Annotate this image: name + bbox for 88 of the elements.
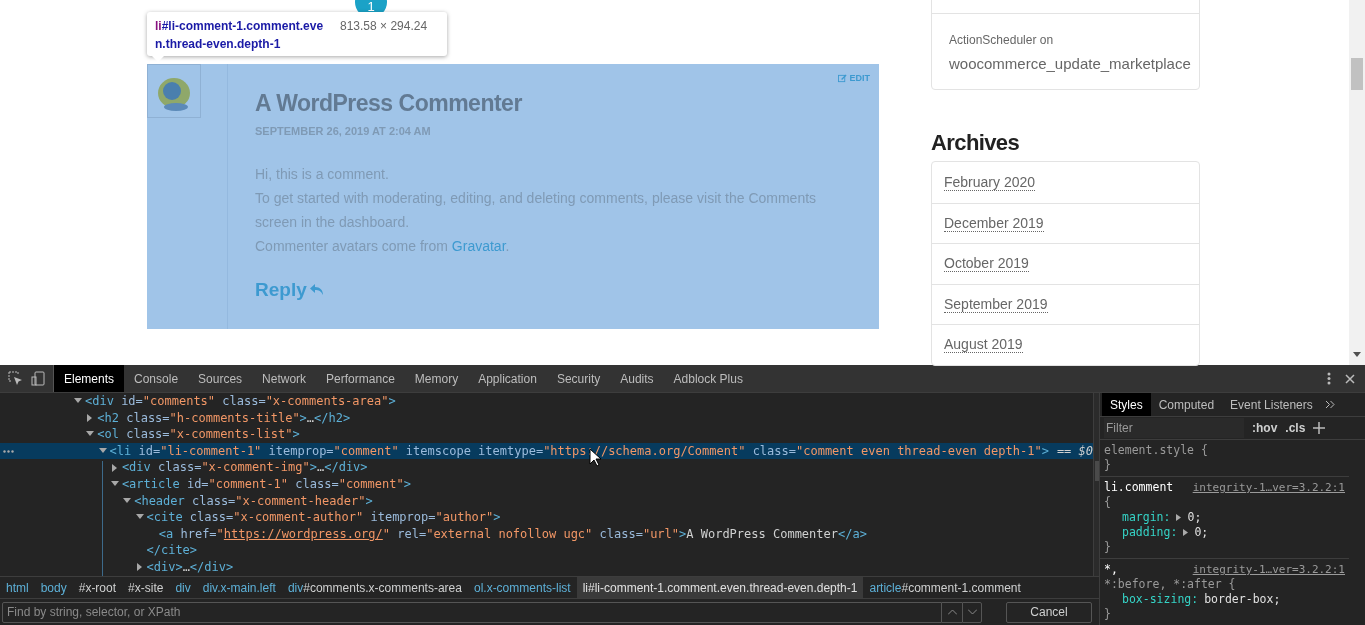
expand-arrow-icon[interactable] [135, 563, 144, 572]
more-icon[interactable] [1327, 372, 1331, 385]
devtools-tab[interactable]: Network [252, 365, 317, 392]
devtools-tab[interactable]: Adblock Plus [663, 365, 753, 392]
comment-author: A WordPress Commenter [255, 89, 522, 118]
archive-link[interactable]: December 2019 [944, 214, 1044, 232]
more-icon[interactable] [3, 449, 14, 453]
breadcrumb[interactable]: html [0, 577, 35, 598]
inspect-icon[interactable] [8, 371, 23, 386]
archives-heading: Archives [931, 129, 1020, 157]
dom-node-line[interactable]: <div>…</div> [146, 558, 234, 576]
collapse-arrow-icon[interactable] [123, 496, 132, 505]
stylesheet-link[interactable]: integrity-1…ver=3.2.2:1 [1192, 562, 1345, 577]
add-rule-icon[interactable] [1313, 422, 1326, 435]
dom-node-line[interactable]: <a href="https://wordpress.org/" rel="external nofollow ugc" class="url">A WordPress Commenter</a> [158, 525, 867, 543]
dom-node-line[interactable]: <li id="li-comment-1" itemprop="comment" itemscope itemtype="https://schema.org/Comment" class="comment even thread-even depth-1"> [109, 442, 1049, 460]
devtools-tab[interactable]: Security [546, 365, 611, 392]
devtools-tab[interactable]: Application [468, 365, 547, 392]
filter-toggle-button[interactable]: :hov [1252, 419, 1278, 438]
up-caret-icon [947, 609, 957, 615]
breadcrumb[interactable]: #x-site [122, 577, 170, 598]
breadcrumb[interactable]: div [169, 577, 197, 598]
css-property: box-sizing: [1122, 592, 1199, 607]
cancel-button[interactable]: Cancel [1006, 601, 1092, 623]
scrollbar[interactable] [1349, 0, 1365, 365]
recent-meta: ActionScheduler on [949, 32, 1054, 49]
dom-node-line[interactable]: <article id="comment-1" class="comment"> [121, 475, 411, 493]
dom-node-line[interactable]: <div id="comments" class="x-comments-area"> [85, 393, 396, 410]
expand-arrow-icon[interactable] [1183, 529, 1189, 536]
selected-node-marker: == $0 [1056, 442, 1093, 460]
dom-node-line[interactable]: <h2 class="h-comments-title">…</h2> [97, 409, 351, 427]
dom-node-line[interactable]: <header class="x-comment-header"> [134, 492, 373, 510]
styles-pane-tab[interactable]: Event Listeners [1222, 393, 1321, 417]
css-value: 0; [1187, 510, 1202, 525]
expand-arrow-icon[interactable] [110, 463, 119, 472]
edit-icon [838, 74, 848, 84]
css-rule-text: *:before, *:after { [1104, 577, 1236, 592]
more-tabs-icon[interactable] [1324, 400, 1335, 410]
filter-toggle-button[interactable]: .cls [1285, 419, 1306, 438]
device-icon[interactable] [31, 371, 45, 386]
css-value: 0; [1194, 525, 1209, 540]
css-rule-text: { [1104, 495, 1111, 510]
dom-node-line[interactable]: <ol class="x-comments-list"> [97, 426, 300, 443]
breadcrumb[interactable]: #x-root [72, 577, 123, 598]
css-selector: li.comment [1104, 480, 1174, 495]
breadcrumb[interactable]: article#comment-1.comment [863, 577, 1027, 598]
html-tag: </cite> [146, 542, 198, 559]
filter-field[interactable]: Filter [1104, 418, 1244, 439]
css-property: margin: [1122, 510, 1171, 525]
styles-pane-tab[interactable]: Styles [1102, 393, 1151, 417]
element-selector: li#li-comment-1.comment.even.thread-even.depth-1 [155, 18, 325, 53]
devtools-tab[interactable]: Console [124, 365, 189, 392]
scroll-down-icon[interactable] [1353, 352, 1361, 357]
scrollbar[interactable] [1093, 393, 1099, 576]
recent-title[interactable]: woocommerce_update_marketplace [949, 53, 1191, 76]
css-selector: *, [1104, 562, 1118, 577]
down-caret-icon [967, 609, 977, 615]
devtools-tab[interactable]: Performance [316, 365, 405, 392]
element-size: 813.58 × 294.24 [340, 18, 428, 35]
search-field[interactable]: Find by string, selector, or XPath [2, 601, 942, 623]
close-icon[interactable] [1345, 373, 1355, 384]
expand-arrow-icon[interactable] [1176, 514, 1182, 521]
css-rule-text: } [1104, 607, 1111, 622]
css-property: padding: [1122, 525, 1178, 540]
dom-node-line[interactable]: <cite class="x-comment-author" itemprop="author"> [146, 509, 501, 526]
stylesheet-link[interactable]: integrity-1…ver=3.2.2:1 [1192, 480, 1345, 495]
css-rule-text: element.style { [1104, 443, 1208, 458]
devtools-tab[interactable]: Elements [54, 365, 125, 392]
breadcrumb[interactable]: ol.x-comments-list [467, 577, 577, 598]
avatar-icon [147, 64, 201, 118]
breadcrumb[interactable]: li#li-comment-1.comment.even.thread-even.depth-1 [576, 577, 864, 598]
devtools-tab[interactable]: Sources [188, 365, 253, 392]
css-rule-text: } [1104, 458, 1111, 473]
breadcrumb[interactable]: div.x-main.left [196, 577, 282, 598]
css-rule-text: } [1104, 540, 1111, 555]
archive-link[interactable]: August 2019 [944, 336, 1023, 354]
archive-link[interactable]: October 2019 [944, 255, 1029, 273]
breadcrumb[interactable]: body [34, 577, 73, 598]
reply-icon [309, 284, 323, 296]
archive-link[interactable]: September 2019 [944, 295, 1048, 313]
css-value: border-box; [1204, 592, 1281, 607]
devtools-tab[interactable]: Memory [404, 365, 469, 392]
dom-node-line[interactable]: <div class="x-comment-img">…</div> [121, 459, 368, 476]
scrollbar-thumb[interactable] [1351, 58, 1363, 90]
archive-link[interactable]: February 2020 [944, 173, 1036, 191]
devtools-tab[interactable]: Audits [610, 365, 664, 392]
breadcrumb[interactable]: div#comments.x-comments-area [281, 577, 468, 598]
styles-pane-tab[interactable]: Computed [1150, 393, 1223, 417]
